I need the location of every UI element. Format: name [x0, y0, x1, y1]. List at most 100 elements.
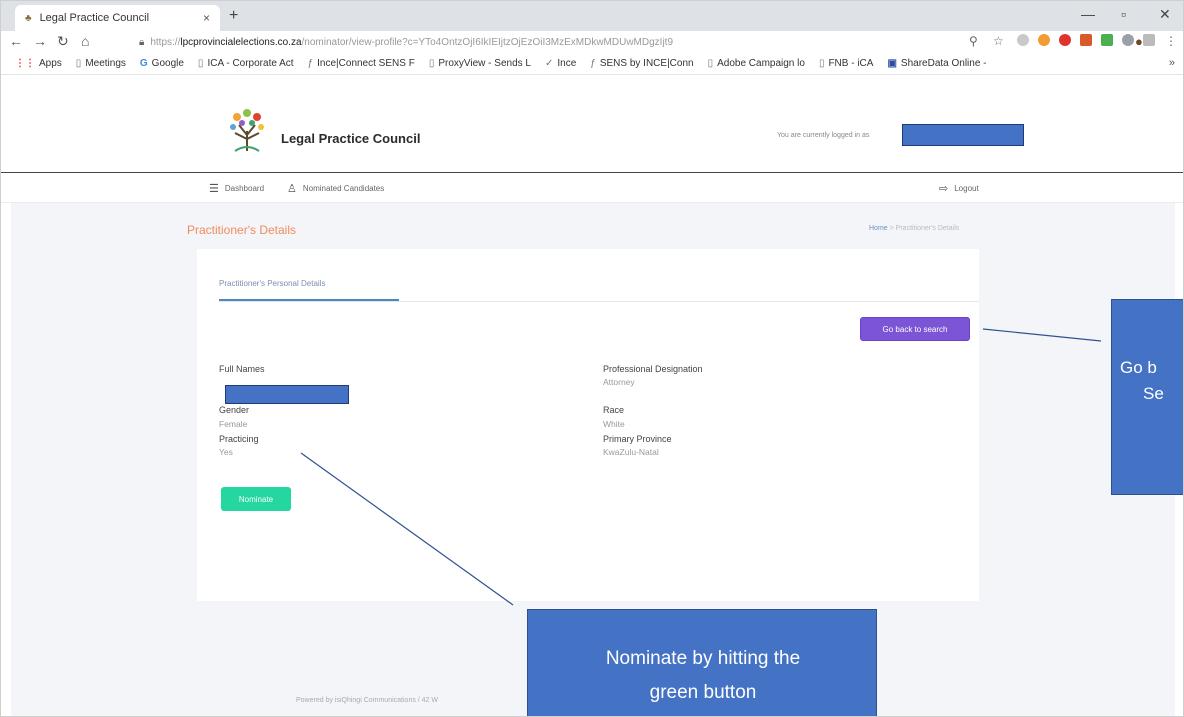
- bookmark-label: ProxyView - Sends L: [438, 58, 531, 69]
- page-title: Practitioner's Details: [187, 223, 296, 237]
- maximize-icon[interactable]: ▫: [1121, 6, 1126, 22]
- home-icon[interactable]: ⌂: [81, 33, 89, 49]
- extension-icon[interactable]: [1101, 34, 1113, 46]
- bookmark-label: ShareData Online -: [900, 58, 987, 69]
- bookmark-item[interactable]: ▯ Meetings: [76, 58, 126, 69]
- bookmark-item[interactable]: ✓ Ince: [545, 58, 576, 69]
- nav-nominated-candidates[interactable]: ♙ Nominated Candidates: [287, 182, 384, 195]
- brand-name[interactable]: Legal Practice Council: [281, 131, 420, 146]
- breadcrumb: Home > Practitioner's Details: [869, 225, 959, 232]
- bookmark-label: Adobe Campaign lo: [717, 58, 805, 69]
- province-label: Primary Province: [603, 434, 672, 444]
- menu-lines-icon: ☰: [209, 183, 219, 195]
- bookmark-item[interactable]: ▯ FNB - iCA: [819, 58, 874, 69]
- active-tab-indicator: [219, 299, 399, 301]
- ince-icon: ƒ: [590, 58, 596, 69]
- breadcrumb-separator: >: [887, 225, 896, 232]
- bookmark-label: FNB - iCA: [828, 58, 874, 69]
- new-tab-button[interactable]: +: [229, 7, 238, 25]
- site-navbar: ☰ Dashboard ♙ Nominated Candidates ⇨ Log…: [1, 173, 1183, 203]
- bookmark-item[interactable]: ▣ ShareData Online -: [887, 58, 986, 69]
- province-value: KwaZulu-Natal: [603, 447, 659, 457]
- site-header: Legal Practice Council You are currently…: [1, 75, 1183, 173]
- google-icon: G: [139, 58, 148, 69]
- lpc-logo-icon: [230, 109, 264, 152]
- callout-nominate-line2: green button: [649, 682, 757, 703]
- lock-icon: 🔒︎: [139, 36, 145, 48]
- race-value: White: [603, 419, 625, 429]
- nav-dashboard[interactable]: ☰ Dashboard: [209, 182, 264, 195]
- menu-kebab-icon[interactable]: ⋮: [1165, 34, 1177, 48]
- details-card: Practitioner's Personal Details Go back …: [197, 249, 979, 601]
- tab-divider: [219, 301, 979, 302]
- extension-icon[interactable]: [1122, 34, 1134, 46]
- callout-nominate-line1: Nominate by hitting the: [605, 648, 801, 669]
- nav-nominated-label: Nominated Candidates: [302, 184, 385, 193]
- bookmark-star-icon[interactable]: ☆: [993, 34, 1004, 48]
- extension-icon[interactable]: [1038, 34, 1050, 46]
- bookmark-item[interactable]: ▯ Adobe Campaign lo: [708, 58, 805, 69]
- page-icon: ▯: [197, 58, 204, 69]
- close-tab-icon[interactable]: ×: [203, 11, 210, 25]
- forward-arrow-icon[interactable]: →: [33, 33, 47, 49]
- url-path: /nominator/view-profile?c=YTo4OntzOjI6Ik…: [301, 36, 673, 48]
- nav-logout-label: Logout: [954, 184, 979, 193]
- url-prefix: https://: [150, 36, 181, 48]
- sharedata-icon: ▣: [887, 58, 897, 69]
- screenshot-frame: ♣ Legal Practice Council × + — ▫ ✕ ← → ↻…: [0, 0, 1184, 717]
- callout-go-back-line2: Se: [1143, 384, 1164, 403]
- tab-personal-details[interactable]: Practitioner's Personal Details: [219, 279, 325, 288]
- browser-toolbar: ← → ↻ ⌂ 🔒︎ https:// lpcprovincialelectio…: [1, 31, 1183, 53]
- user-icon: ♙: [287, 183, 297, 195]
- extension-icon[interactable]: [1017, 34, 1029, 46]
- minimize-icon[interactable]: —: [1081, 6, 1095, 22]
- ince-icon: ƒ: [307, 58, 314, 69]
- bookmark-item[interactable]: ƒ Ince|Connect SENS F: [308, 58, 415, 69]
- callout-go-back: Go b Se: [1111, 299, 1183, 495]
- bookmark-label: Google: [151, 58, 184, 69]
- callout-nominate: Nominate by hitting the green button: [527, 609, 877, 716]
- reload-icon[interactable]: ↻: [57, 33, 69, 50]
- race-label: Race: [603, 405, 625, 415]
- lpc-favicon-icon: ♣: [25, 12, 32, 24]
- profile-avatar-icon[interactable]: ●: [1135, 34, 1143, 49]
- extension-icon[interactable]: [1143, 34, 1155, 46]
- breadcrumb-current: Practitioner's Details: [895, 225, 960, 232]
- check-icon: ✓: [544, 58, 554, 69]
- extension-icon[interactable]: [1080, 34, 1092, 46]
- logout-icon: ⇨: [939, 183, 949, 195]
- nominate-button[interactable]: Nominate: [221, 487, 291, 511]
- redacted-username: [902, 124, 1024, 146]
- callout-go-back-line1: Go b: [1120, 358, 1157, 377]
- redacted-full-names: [225, 385, 349, 404]
- practicing-value: Yes: [219, 447, 233, 457]
- close-window-icon[interactable]: ✕: [1159, 6, 1171, 23]
- gender-value: Female: [219, 419, 248, 429]
- pinterest-icon[interactable]: [1059, 34, 1071, 46]
- bookmark-item[interactable]: ▯ ICA - Corporate Act: [198, 58, 294, 69]
- designation-value: Attorney: [603, 377, 635, 387]
- page-icon: ▯: [707, 58, 714, 69]
- breadcrumb-home[interactable]: Home: [869, 225, 888, 232]
- back-arrow-icon[interactable]: ←: [9, 33, 23, 49]
- bookmark-label: ICA - Corporate Act: [207, 58, 294, 69]
- bookmark-item[interactable]: ▯ ProxyView - Sends L: [429, 58, 531, 69]
- bookmark-label: SENS by INCE|Conn: [599, 58, 694, 69]
- browser-tabstrip: ♣ Legal Practice Council × + — ▫ ✕: [1, 1, 1183, 31]
- apps-grid-icon: ⋮⋮: [15, 58, 35, 69]
- nav-logout[interactable]: ⇨ Logout: [939, 182, 979, 195]
- address-bar[interactable]: 🔒︎ https:// lpcprovincialelections.co.za…: [139, 33, 859, 51]
- tab-title: Legal Practice Council: [39, 12, 150, 24]
- bookmarks-overflow-icon[interactable]: »: [1169, 57, 1175, 69]
- go-back-to-search-button[interactable]: Go back to search: [860, 317, 970, 341]
- bookmark-item[interactable]: ƒ SENS by INCE|Conn: [590, 58, 693, 69]
- nav-dashboard-label: Dashboard: [224, 184, 265, 193]
- browser-tab[interactable]: ♣ Legal Practice Council ×: [15, 5, 220, 31]
- zoom-icon[interactable]: ⚲: [969, 34, 978, 48]
- bookmark-item[interactable]: G Google: [140, 58, 184, 69]
- bookmark-label: Ince|Connect SENS F: [317, 58, 415, 69]
- gender-label: Gender: [219, 405, 250, 415]
- bookmark-item[interactable]: ⋮⋮ Apps: [15, 58, 62, 69]
- bookmark-label: Meetings: [85, 58, 126, 69]
- url-host: lpcprovincialelections.co.za: [180, 36, 302, 48]
